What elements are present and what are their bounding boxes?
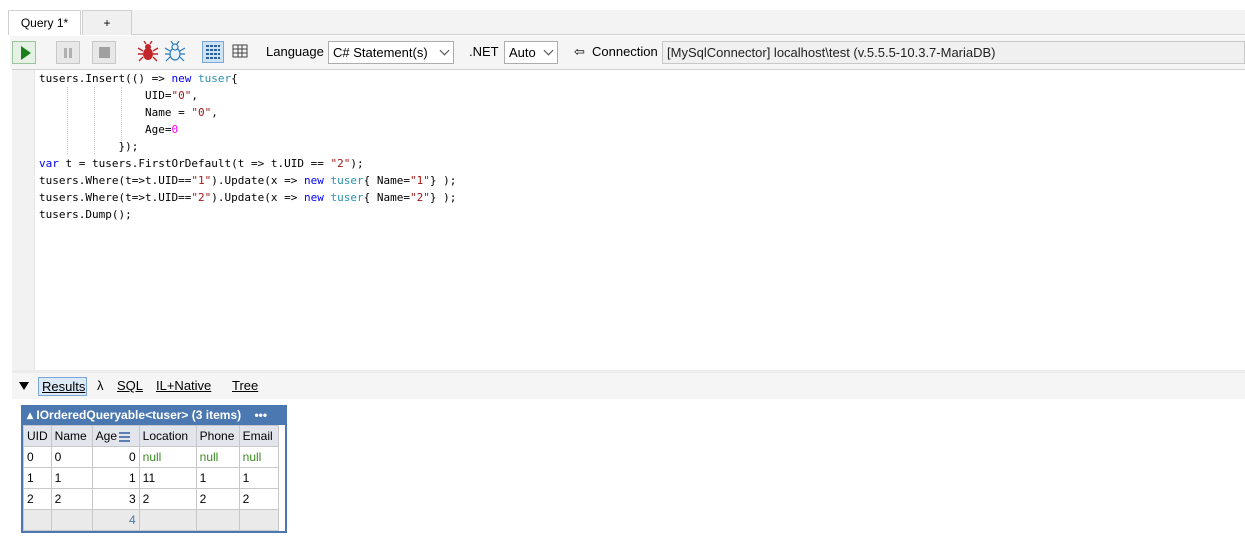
table-cell: 1: [50, 467, 93, 489]
table-cell: [238, 509, 279, 531]
table-cell: 1: [195, 467, 240, 489]
column-header-email[interactable]: Email: [238, 425, 279, 447]
connection-select[interactable]: [MySqlConnector] localhost\test (v.5.5.5…: [662, 41, 1245, 64]
language-select[interactable]: C# Statement(s): [328, 41, 454, 64]
connection-arrow-icon: ⇦: [574, 44, 585, 59]
more-options-icon[interactable]: •••: [254, 408, 267, 422]
table-cell: 2: [50, 488, 93, 510]
table-cell: 2: [138, 488, 197, 510]
column-header-name[interactable]: Name: [50, 425, 93, 447]
table-cell: null: [238, 446, 279, 468]
dotnet-version-select[interactable]: Auto: [504, 41, 558, 64]
debug-bug-blue-icon[interactable]: [164, 41, 186, 63]
table-cell: [195, 509, 240, 531]
table-cell: 2: [238, 488, 279, 510]
code-line[interactable]: var t = tusers.FirstOrDefault(t => t.UID…: [39, 155, 456, 172]
tab-query-1[interactable]: Query 1*: [8, 10, 81, 35]
code-line[interactable]: tusers.Dump();: [39, 206, 456, 223]
tab-tree[interactable]: Tree: [232, 377, 258, 396]
rich-text-results-button[interactable]: [202, 41, 224, 63]
table-cell: 1: [91, 467, 140, 489]
query-tab-strip: Query 1* +: [0, 0, 1245, 36]
result-table: UID Name Age Location Phone Email 0 0 0 …: [23, 425, 279, 531]
table-cell: 3: [91, 488, 140, 510]
run-query-button[interactable]: [12, 41, 36, 64]
rich-text-view-icon: [206, 45, 220, 59]
table-row: 2 2 3 2 2 2: [23, 488, 279, 510]
dotnet-select-value: Auto: [509, 45, 536, 60]
column-header-phone[interactable]: Phone: [195, 425, 240, 447]
tab-sql-label: SQL: [117, 378, 144, 393]
column-header-uid[interactable]: UID: [23, 425, 52, 447]
table-cell: 1: [23, 467, 52, 489]
tab-results-label: Results: [42, 379, 86, 394]
column-header-age[interactable]: Age: [91, 425, 140, 447]
chevron-down-icon: [439, 45, 450, 56]
results-panel: ▴ IOrderedQueryable<tuser> (3 items) •••…: [12, 399, 1245, 547]
language-select-value: C# Statement(s): [333, 45, 428, 60]
query-toolbar: Language C# Statement(s) .NET Auto ⇦ Con…: [10, 36, 1245, 69]
tab-sql[interactable]: SQL: [117, 377, 143, 396]
column-header-location[interactable]: Location: [138, 425, 197, 447]
code-line[interactable]: });: [39, 138, 456, 155]
table-cell: null: [138, 446, 197, 468]
table-header-row: UID Name Age Location Phone Email: [23, 425, 279, 447]
table-cell: 2: [23, 488, 52, 510]
pause-button[interactable]: [56, 41, 80, 64]
grid-results-button[interactable]: [230, 41, 252, 63]
code-editor[interactable]: tusers.Insert(() => new tuser{ UID="0", …: [12, 69, 1245, 371]
table-cell: 0: [50, 446, 93, 468]
table-cell: 1: [238, 467, 279, 489]
table-row: 0 0 0 null null null: [23, 446, 279, 468]
tab-lambda[interactable]: λ: [97, 377, 104, 396]
column-header-age-label: Age: [95, 429, 118, 443]
table-cell: [50, 509, 93, 531]
tab-results[interactable]: Results: [38, 377, 87, 396]
tab-il-native[interactable]: IL+Native: [156, 377, 211, 396]
dotnet-label: .NET: [469, 44, 499, 59]
code-line[interactable]: tusers.Insert(() => new tuser{: [39, 70, 456, 87]
table-cell: 2: [195, 488, 240, 510]
age-total-cell: 4: [91, 509, 140, 531]
table-cell: 11: [138, 467, 197, 489]
tab-strip-background: [132, 10, 1245, 34]
chevron-down-icon: [543, 45, 554, 56]
stop-button[interactable]: [92, 41, 116, 64]
new-query-tab-button[interactable]: +: [82, 10, 132, 35]
grid-view-icon: [232, 44, 248, 58]
tab-il-native-label: IL+Native: [156, 378, 212, 393]
column-total-icon[interactable]: [119, 432, 131, 442]
language-label: Language: [266, 44, 324, 59]
collapse-results-icon[interactable]: [19, 382, 29, 390]
tab-strip-divider: [132, 34, 1245, 35]
editor-gutter: [12, 70, 35, 370]
code-line[interactable]: tusers.Where(t=>t.UID=="2").Update(x => …: [39, 189, 456, 206]
code-line[interactable]: Age=0: [39, 121, 456, 138]
debug-bug-red-icon[interactable]: [137, 41, 159, 63]
code-line[interactable]: Name = "0",: [39, 104, 456, 121]
table-cell: 0: [91, 446, 140, 468]
result-grid: ▴ IOrderedQueryable<tuser> (3 items) •••…: [21, 405, 287, 533]
results-tab-bar: Results λ SQL IL+Native Tree: [12, 373, 1245, 399]
table-cell: null: [195, 446, 240, 468]
table-cell: [23, 509, 52, 531]
result-grid-title: ▴ IOrderedQueryable<tuser> (3 items): [27, 408, 242, 422]
code-line[interactable]: UID="0",: [39, 87, 456, 104]
table-row: 1 1 1 11 1 1: [23, 467, 279, 489]
table-cell: 0: [23, 446, 52, 468]
code-text[interactable]: tusers.Insert(() => new tuser{ UID="0", …: [39, 70, 456, 223]
connection-label[interactable]: Connection: [592, 44, 658, 59]
result-grid-header[interactable]: ▴ IOrderedQueryable<tuser> (3 items) •••: [23, 405, 285, 425]
code-line[interactable]: tusers.Where(t=>t.UID=="1").Update(x => …: [39, 172, 456, 189]
table-cell: [138, 509, 197, 531]
tab-tree-label: Tree: [232, 378, 259, 393]
totals-row: 4: [23, 509, 279, 531]
